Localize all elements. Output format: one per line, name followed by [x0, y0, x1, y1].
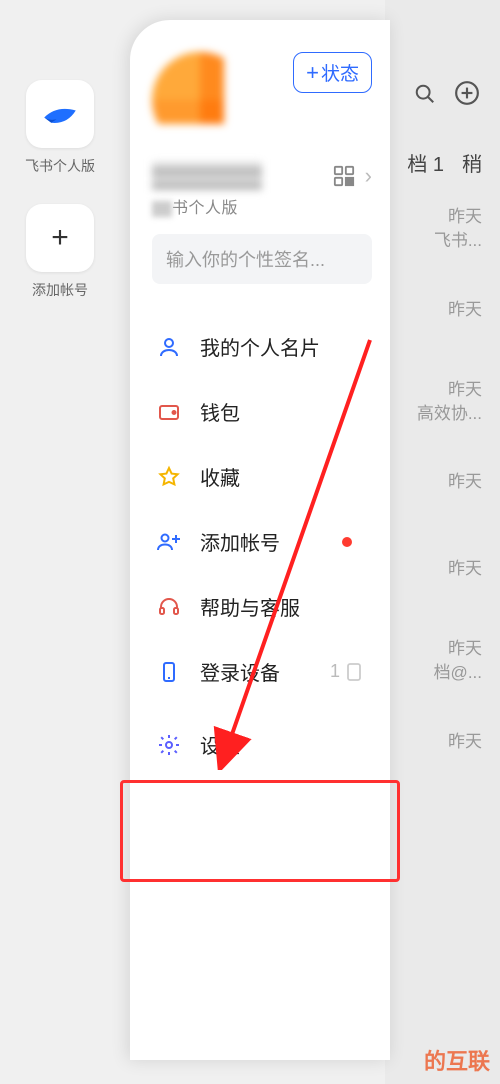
menu-devices[interactable]: 登录设备 1 — [152, 639, 372, 704]
phone-icon — [156, 659, 182, 685]
menu-label: 钱包 — [200, 397, 240, 426]
star-icon — [156, 464, 182, 490]
wallet-icon — [156, 399, 182, 425]
menu-help[interactable]: 帮助与客服 — [152, 574, 372, 639]
menu-label: 我的个人名片 — [200, 332, 320, 361]
qr-icon[interactable] — [333, 165, 355, 187]
bg-item-snip: 飞书... — [434, 229, 482, 253]
account-feishu-label: 飞书个人版 — [25, 156, 95, 176]
menu-my-profile[interactable]: 我的个人名片 — [152, 314, 372, 379]
account-type: 书个人版 — [152, 194, 372, 218]
bg-item-time: 昨天 — [434, 637, 482, 661]
person-icon — [156, 334, 182, 360]
menu-label: 收藏 — [200, 462, 240, 491]
menu-label: 帮助与客服 — [200, 592, 300, 621]
add-account-card-label: 添加帐号 — [32, 280, 88, 300]
signature-input[interactable]: 输入你的个性签名... — [152, 234, 372, 284]
menu-label: 登录设备 — [200, 657, 280, 686]
headset-icon — [156, 594, 182, 620]
add-icon[interactable] — [454, 80, 480, 113]
bg-item-time: 昨天 — [434, 205, 482, 229]
add-account-card[interactable]: + — [26, 204, 94, 272]
menu-label: 添加帐号 — [200, 527, 280, 556]
search-icon[interactable] — [414, 81, 436, 112]
status-button[interactable]: + 状态 — [293, 52, 372, 93]
bg-item-snip: 档@... — [434, 661, 482, 685]
profile-drawer: + 状态 › 书个人版 输入你的个性签名... 我的个人名片 钱 — [130, 20, 390, 1060]
bg-item-time: 昨天 — [448, 298, 482, 322]
user-name — [152, 162, 262, 190]
bg-item-time: 昨天 — [448, 557, 482, 581]
bg-item-time: 昨天 — [448, 470, 482, 494]
avatar[interactable] — [152, 52, 248, 148]
account-feishu[interactable] — [26, 80, 94, 148]
menu-add-account[interactable]: 添加帐号 — [152, 509, 372, 574]
menu-wallet[interactable]: 钱包 — [152, 379, 372, 444]
gear-icon — [156, 732, 182, 758]
add-user-icon — [156, 529, 182, 555]
bg-item-time: 昨天 — [417, 378, 482, 402]
menu-favorites[interactable]: 收藏 — [152, 444, 372, 509]
chevron-right-icon[interactable]: › — [365, 163, 372, 189]
plus-icon: + — [306, 62, 319, 84]
device-icon — [346, 662, 362, 682]
plus-icon: + — [51, 221, 69, 255]
device-count: 1 — [330, 661, 340, 682]
watermark: 的互联 — [424, 1044, 490, 1076]
bg-item-time: 昨天 — [448, 730, 482, 754]
bg-item-snip: 高效协... — [417, 402, 482, 426]
bg-header-text-2: 稍 — [462, 148, 482, 177]
notification-dot — [342, 537, 352, 547]
bg-header-text-1: 档 1 — [407, 148, 444, 177]
menu-label: 设置 — [200, 730, 240, 759]
status-button-label: 状态 — [321, 59, 359, 86]
menu-settings[interactable]: 设置 — [152, 712, 372, 777]
